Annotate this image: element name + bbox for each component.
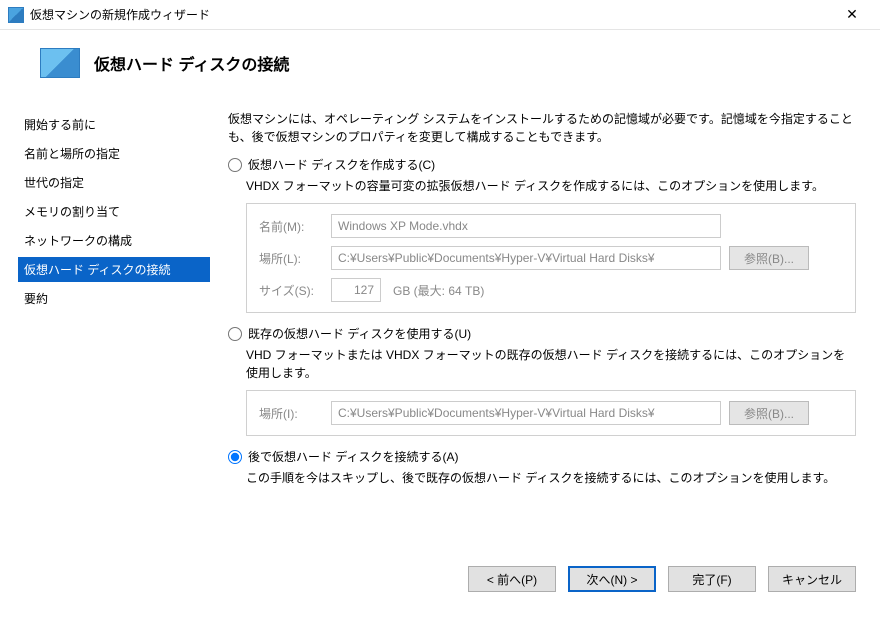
wizard-footer: < 前へ(P) 次へ(N) > 完了(F) キャンセル: [0, 556, 880, 592]
existing-vhd-desc: VHD フォーマットまたは VHDX フォーマットの既存の仮想ハード ディスクを…: [246, 346, 856, 382]
cancel-button[interactable]: キャンセル: [768, 566, 856, 592]
wizard-steps: 開始する前に 名前と場所の指定 世代の指定 メモリの割り当て ネットワークの構成…: [0, 106, 210, 556]
close-icon[interactable]: ✕: [832, 6, 872, 23]
radio-existing-vhd[interactable]: [228, 327, 242, 341]
option-create-vhd: 仮想ハード ディスクを作成する(C) VHDX フォーマットの容量可変の拡張仮想…: [228, 156, 856, 313]
existing-browse-button[interactable]: 参照(B)...: [729, 401, 809, 425]
radio-create-vhd[interactable]: [228, 158, 242, 172]
step-before-begin[interactable]: 開始する前に: [18, 112, 210, 137]
app-icon: [8, 7, 24, 23]
step-summary[interactable]: 要約: [18, 286, 210, 311]
name-field[interactable]: [331, 214, 721, 238]
prev-button[interactable]: < 前へ(P): [468, 566, 556, 592]
create-vhd-panel: 名前(M): 場所(L): 参照(B)... サイズ(S): GB (最大: 6…: [246, 203, 856, 313]
next-button[interactable]: 次へ(N) >: [568, 566, 656, 592]
step-vhd-connect[interactable]: 仮想ハード ディスクの接続: [18, 257, 210, 282]
step-generation[interactable]: 世代の指定: [18, 170, 210, 195]
name-label: 名前(M):: [259, 218, 323, 235]
location-label: 場所(L):: [259, 250, 323, 267]
intro-text: 仮想マシンには、オペレーティング システムをインストールするための記憶域が必要で…: [228, 110, 856, 146]
wizard-main: 仮想マシンには、オペレーティング システムをインストールするための記憶域が必要で…: [210, 106, 880, 556]
location-field[interactable]: [331, 246, 721, 270]
radio-attach-later-label: 後で仮想ハード ディスクを接続する(A): [248, 448, 459, 465]
step-network[interactable]: ネットワークの構成: [18, 228, 210, 253]
existing-location-field[interactable]: [331, 401, 721, 425]
existing-vhd-panel: 場所(I): 参照(B)...: [246, 390, 856, 436]
step-memory[interactable]: メモリの割り当て: [18, 199, 210, 224]
browse-button[interactable]: 参照(B)...: [729, 246, 809, 270]
existing-location-label: 場所(I):: [259, 405, 323, 422]
size-field[interactable]: [331, 278, 381, 302]
size-label: サイズ(S):: [259, 282, 323, 299]
page-title: 仮想ハード ディスクの接続: [94, 51, 289, 75]
step-name-location[interactable]: 名前と場所の指定: [18, 141, 210, 166]
option-attach-later: 後で仮想ハード ディスクを接続する(A) この手順を今はスキップし、後で既存の仮…: [228, 448, 856, 487]
create-vhd-desc: VHDX フォーマットの容量可変の拡張仮想ハード ディスクを作成するには、このオ…: [246, 177, 856, 195]
radio-create-vhd-label: 仮想ハード ディスクを作成する(C): [248, 156, 435, 173]
size-hint: GB (最大: 64 TB): [393, 282, 484, 299]
window-title: 仮想マシンの新規作成ウィザード: [30, 6, 832, 23]
option-existing-vhd: 既存の仮想ハード ディスクを使用する(U) VHD フォーマットまたは VHDX…: [228, 325, 856, 436]
radio-existing-vhd-label: 既存の仮想ハード ディスクを使用する(U): [248, 325, 471, 342]
finish-button[interactable]: 完了(F): [668, 566, 756, 592]
wizard-body: 開始する前に 名前と場所の指定 世代の指定 メモリの割り当て ネットワークの構成…: [0, 106, 880, 556]
radio-attach-later[interactable]: [228, 450, 242, 464]
wizard-icon: [40, 48, 80, 78]
attach-later-desc: この手順を今はスキップし、後で既存の仮想ハード ディスクを接続するには、このオプ…: [246, 469, 856, 487]
titlebar: 仮想マシンの新規作成ウィザード ✕: [0, 0, 880, 30]
wizard-header: 仮想ハード ディスクの接続: [0, 30, 880, 106]
